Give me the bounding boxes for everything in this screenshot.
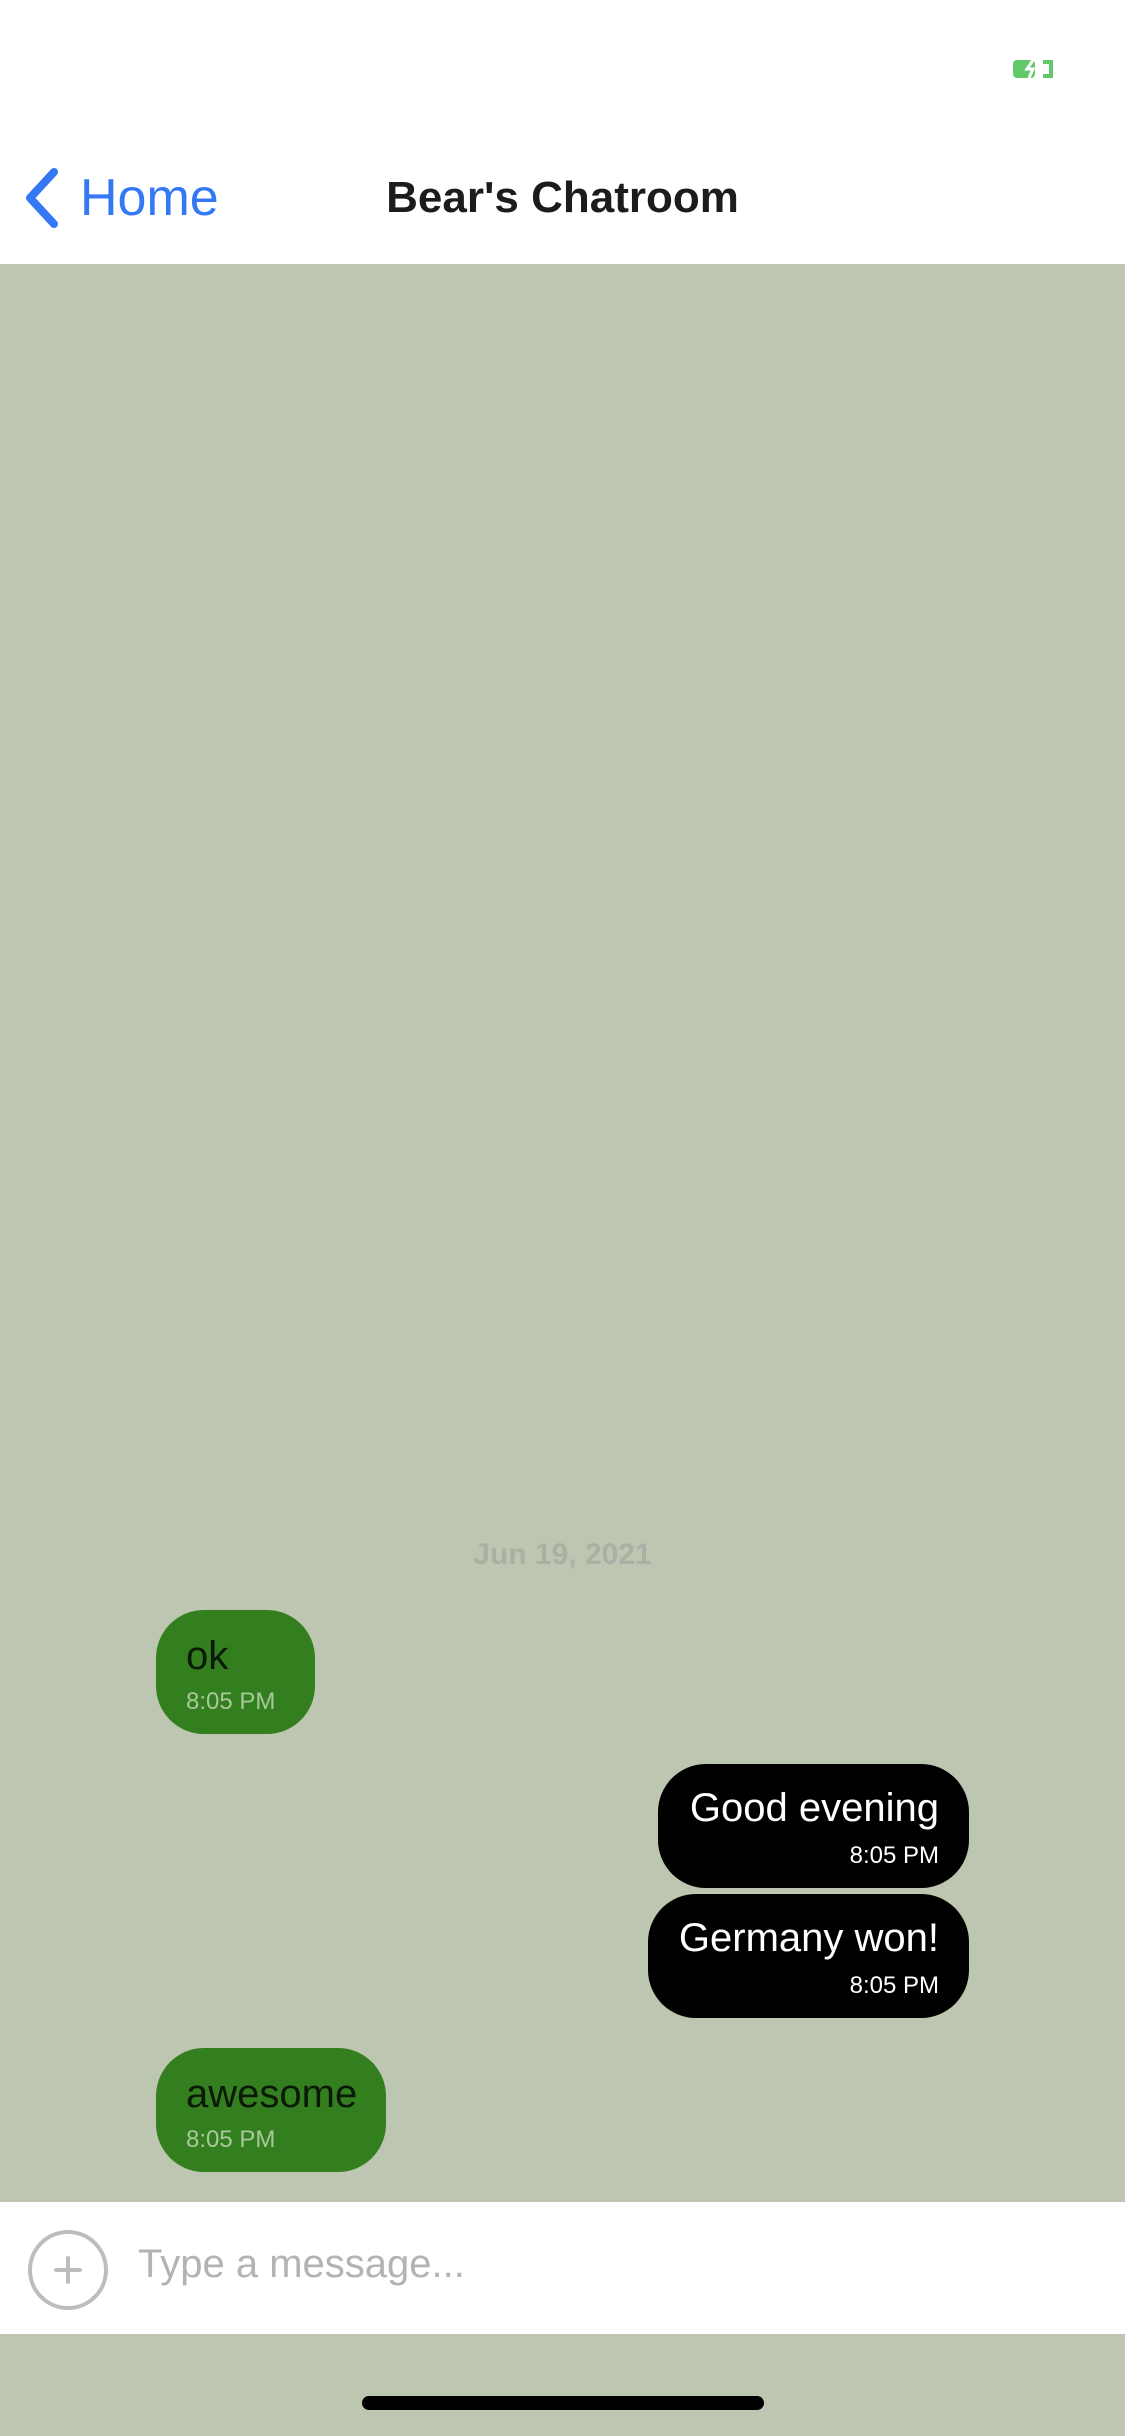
date-divider: Jun 19, 2021 (473, 1538, 652, 1571)
message-bubble-outgoing[interactable]: Germany won! 8:05 PM (648, 1894, 969, 2018)
battery-charging-icon (1013, 59, 1053, 79)
message-timestamp: 8:05 PM (849, 1972, 939, 1999)
message-input[interactable] (138, 2232, 1088, 2296)
message-list[interactable]: Jun 19, 2021 ok 8:05 PM Good evening 8:0… (0, 264, 1125, 2202)
message-text: Germany won! (678, 1916, 939, 1960)
message-timestamp: 8:05 PM (186, 2126, 276, 2153)
page-title: Bear's Chatroom (386, 173, 739, 222)
add-attachment-button[interactable] (28, 2230, 108, 2310)
home-indicator[interactable] (362, 2396, 764, 2410)
message-bubble-incoming[interactable]: awesome 8:05 PM (156, 2048, 386, 2172)
message-composer (0, 2202, 1125, 2334)
status-bar (0, 0, 1125, 132)
message-bubble-incoming[interactable]: ok 8:05 PM (156, 1610, 315, 1734)
message-timestamp: 8:05 PM (186, 1688, 276, 1715)
message-timestamp: 8:05 PM (849, 1842, 939, 1869)
message-text: ok (186, 1634, 229, 1678)
message-bubble-outgoing[interactable]: Good evening 8:05 PM (658, 1764, 969, 1888)
plus-icon (54, 2256, 82, 2284)
message-text: Good evening (689, 1786, 939, 1830)
message-text: awesome (186, 2072, 358, 2116)
navigation-bar: Home Bear's Chatroom (0, 132, 1125, 264)
